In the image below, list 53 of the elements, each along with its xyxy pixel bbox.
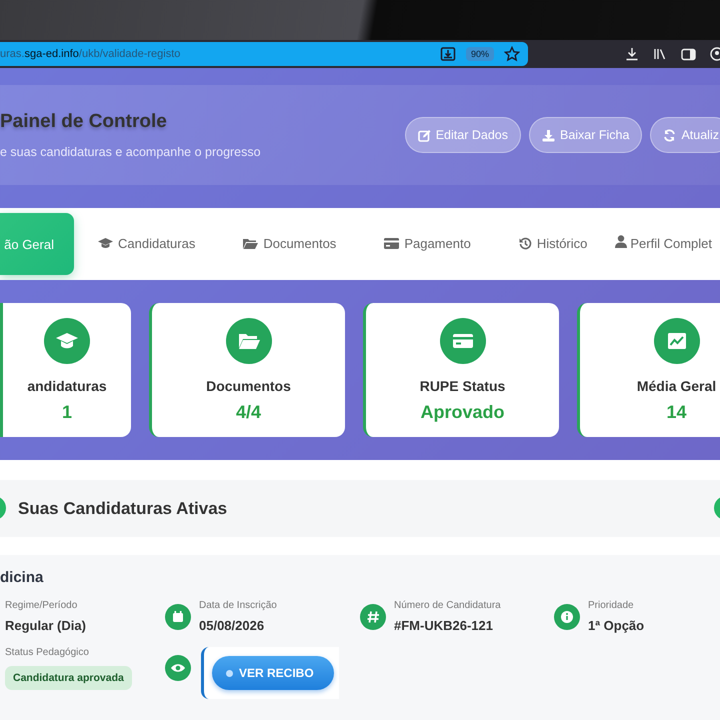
stat-value: 14 xyxy=(666,402,687,423)
tab[interactable]: Histórico xyxy=(494,213,612,275)
refresh-icon xyxy=(663,128,676,142)
field-label: Regime/Período xyxy=(5,600,78,611)
folder-icon xyxy=(243,238,258,249)
download-icon[interactable] xyxy=(625,47,639,61)
stat-icon xyxy=(440,318,486,364)
user-icon xyxy=(614,235,627,248)
field-label: Status Pedagógico xyxy=(5,647,90,658)
download-icon xyxy=(542,128,555,142)
field-label: Prioridade xyxy=(588,600,635,611)
field-value: Regular (Dia) xyxy=(5,618,86,633)
tab[interactable]: Candidaturas xyxy=(74,213,220,275)
star-icon[interactable] xyxy=(504,46,520,62)
stat-icon xyxy=(654,318,700,364)
info-icon xyxy=(554,604,580,630)
download-page-icon[interactable] xyxy=(440,46,456,62)
library-icon[interactable] xyxy=(653,47,667,61)
edit-icon xyxy=(418,128,431,142)
address-bar[interactable]: uras.sga-ed.info/ukb/validade-registo 90% xyxy=(0,42,528,66)
section-title: Suas Candidaturas Ativas xyxy=(17,498,228,518)
page-title: Painel de Controle xyxy=(0,111,168,133)
calendar-icon xyxy=(165,604,191,630)
graduation-cap-icon xyxy=(98,238,113,249)
hash-icon xyxy=(360,604,386,630)
url-text: uras.sga-ed.info/ukb/validade-registo xyxy=(0,48,182,60)
history-icon xyxy=(518,236,532,250)
stat-label: Média Geral xyxy=(636,378,716,394)
zoom-badge[interactable]: 90% xyxy=(466,47,494,61)
field-value: 1ª Opção xyxy=(588,618,644,633)
stat-label: andidaturas xyxy=(27,378,107,394)
field-value: #FM-UKB26-121 xyxy=(394,618,494,633)
account-icon[interactable] xyxy=(710,47,720,61)
tab[interactable]: Pagamento xyxy=(360,213,495,275)
stat-value: 4/4 xyxy=(236,402,262,423)
course-name: dicina xyxy=(0,569,44,586)
stat-icon xyxy=(44,318,90,364)
tab[interactable]: Perfil Complet xyxy=(611,213,716,275)
view-receipt-button[interactable]: VER RECIBO xyxy=(212,656,334,690)
stat-value: Aprovado xyxy=(420,402,504,423)
eye-icon xyxy=(165,655,191,681)
stat-icon xyxy=(226,318,272,364)
tab[interactable]: Documentos xyxy=(219,213,360,275)
page-subtitle: e suas candidaturas e acompanhe o progresso xyxy=(0,145,261,159)
credit-card-icon xyxy=(384,238,400,249)
stat-label: RUPE Status xyxy=(420,378,506,394)
status-badge: Candidatura aprovada xyxy=(5,666,132,690)
stat-label: Documentos xyxy=(206,378,291,394)
sidebar-icon[interactable] xyxy=(681,48,696,60)
field-label: Número de Candidatura xyxy=(394,600,501,611)
stat-value: 1 xyxy=(62,402,72,423)
field-value: 05/08/2026 xyxy=(199,618,266,633)
field-label: Data de Inscrição xyxy=(199,600,277,611)
